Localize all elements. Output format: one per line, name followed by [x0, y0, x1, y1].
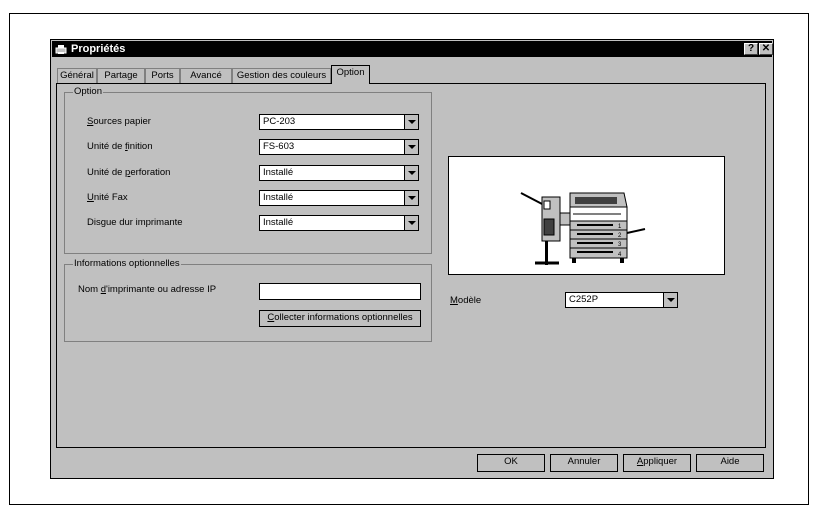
- finisher-select[interactable]: FS-603: [259, 139, 419, 155]
- punch-unit-select[interactable]: Installé: [259, 165, 419, 181]
- model-select[interactable]: C252P: [565, 292, 678, 308]
- window-title: Propriétés: [71, 43, 126, 55]
- ok-button[interactable]: OK: [477, 454, 545, 472]
- optional-info-group: Informations optionnelles Nom d'impriman…: [64, 258, 432, 342]
- close-title-button[interactable]: ✕: [759, 43, 773, 55]
- fax-unit-value: Installé: [263, 192, 294, 203]
- chevron-down-icon[interactable]: [404, 166, 418, 180]
- chevron-down-icon[interactable]: [404, 140, 418, 154]
- fax-unit-select[interactable]: Installé: [259, 190, 419, 206]
- fax-unit-label: Unité Fax: [87, 192, 128, 203]
- option-group: Option Sources papier PC-203 Unité de fi…: [64, 86, 432, 254]
- tab-ports[interactable]: Ports: [145, 68, 180, 83]
- printer-device-image: 1 2 3 4: [520, 192, 646, 265]
- properties-window: Propriétés ? ✕ Général Partage Ports Ava…: [50, 39, 774, 479]
- chevron-down-icon[interactable]: [404, 216, 418, 230]
- cancel-button[interactable]: Annuler: [550, 454, 618, 472]
- tab-general[interactable]: Général: [57, 68, 97, 83]
- hard-disk-select[interactable]: Installé: [259, 215, 419, 231]
- printer-properties-icon: [55, 45, 67, 54]
- paper-sources-label: Sources papier: [87, 116, 151, 127]
- printer-ip-label: Nom d'imprimante ou adresse IP: [78, 284, 217, 295]
- model-label: Modèle: [450, 295, 482, 306]
- punch-unit-value: Installé: [263, 167, 294, 178]
- finisher-label: Unité de finition: [87, 141, 153, 152]
- hard-disk-label: Disgue dur imprimante: [87, 217, 183, 228]
- chevron-down-icon[interactable]: [404, 115, 418, 129]
- optional-info-title: Informations optionnelles: [73, 258, 181, 270]
- chevron-down-icon[interactable]: [663, 293, 677, 307]
- tab-option[interactable]: Option: [331, 65, 370, 84]
- punch-unit-label: Unité de perforation: [87, 167, 171, 178]
- finisher-value: FS-603: [263, 141, 295, 152]
- paper-sources-select[interactable]: PC-203: [259, 114, 419, 130]
- title-bar: Propriétés ? ✕: [52, 41, 773, 57]
- option-panel: Option Sources papier PC-203 Unité de fi…: [56, 83, 766, 448]
- printer-ip-input[interactable]: [259, 283, 421, 300]
- collect-info-button[interactable]: Collecter informations optionnelles: [259, 310, 421, 327]
- model-value: C252P: [569, 294, 599, 305]
- paper-sources-value: PC-203: [263, 116, 296, 127]
- tab-avance[interactable]: Avancé: [180, 68, 232, 83]
- help-button[interactable]: Aide: [696, 454, 764, 472]
- option-group-title: Option: [73, 86, 103, 98]
- help-title-button[interactable]: ?: [744, 43, 758, 55]
- apply-button[interactable]: Appliquer: [623, 454, 691, 472]
- tab-gestion-couleurs[interactable]: Gestion des couleurs: [232, 68, 331, 83]
- hard-disk-value: Installé: [263, 217, 294, 228]
- tab-partage[interactable]: Partage: [97, 68, 145, 83]
- chevron-down-icon[interactable]: [404, 191, 418, 205]
- printer-preview: 1 2 3 4: [448, 156, 725, 275]
